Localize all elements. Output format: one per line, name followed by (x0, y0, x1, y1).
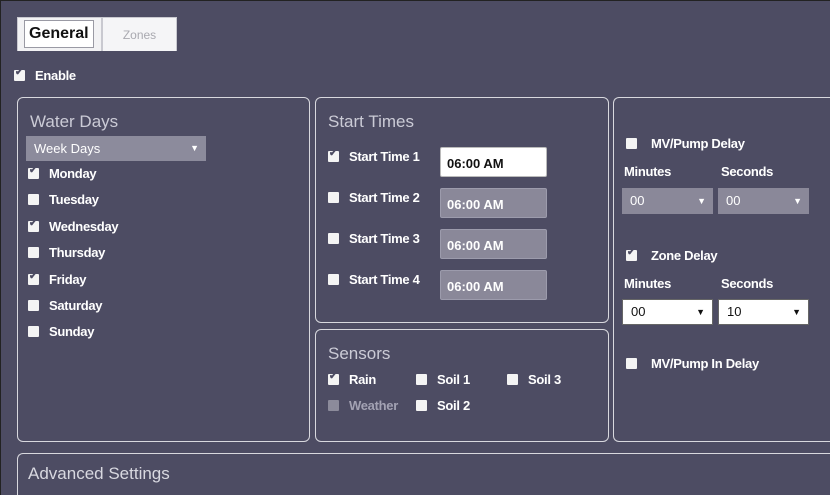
tab-general-label: General (24, 20, 94, 48)
weather-checkbox[interactable] (328, 400, 339, 411)
start-time-2-row[interactable]: Start Time 2 (328, 190, 420, 205)
chevron-down-icon: ▼ (793, 196, 802, 206)
start-time-2-checkbox[interactable] (328, 192, 339, 203)
enable-row[interactable]: Enable (14, 67, 76, 83)
mv-pump-delay-row[interactable]: MV/Pump Delay (626, 136, 745, 151)
zone-minutes-label: Minutes (624, 276, 672, 291)
sensors-panel: Sensors Rain Weather Soil 1 Soil 2 Soil … (315, 329, 609, 442)
start-time-4-input[interactable]: 06:00 AM (440, 270, 547, 300)
mv-pump-delay-checkbox[interactable] (626, 138, 637, 149)
start-time-1-checkbox[interactable] (328, 148, 339, 162)
day-label: Saturday (49, 298, 103, 313)
day-label: Friday (49, 272, 87, 287)
saturday-checkbox[interactable] (28, 300, 39, 311)
soil-1-checkbox[interactable] (416, 374, 427, 385)
water-days-mode-value: Week Days (34, 141, 101, 156)
zone-seconds-value: 10 (727, 304, 742, 319)
sensor-soil-1[interactable]: Soil 1 (416, 372, 470, 387)
sensor-rain[interactable]: Rain (328, 371, 376, 387)
start-times-title: Start Times (328, 112, 414, 131)
mv-seconds-select[interactable]: 00 ▼ (718, 188, 809, 214)
monday-checkbox[interactable] (28, 165, 39, 179)
mv-seconds-value: 00 (726, 193, 741, 208)
start-times-panel: Start Times Start Time 1 06:00 AM Start … (315, 97, 609, 323)
enable-checkbox[interactable] (14, 67, 25, 81)
sensor-label: Soil 1 (437, 372, 470, 387)
wednesday-checkbox[interactable] (28, 218, 39, 232)
mv-minutes-label: Minutes (624, 164, 672, 179)
sensor-label: Soil 2 (437, 398, 470, 413)
sensors-title: Sensors (328, 344, 391, 363)
mv-minutes-value: 00 (630, 193, 645, 208)
start-time-1-row[interactable]: Start Time 1 (328, 148, 420, 164)
chevron-down-icon: ▼ (696, 307, 705, 317)
sensor-soil-2[interactable]: Soil 2 (416, 398, 470, 413)
start-time-label: Start Time 2 (349, 190, 420, 205)
day-label: Wednesday (49, 219, 119, 234)
mv-seconds-label: Seconds (721, 164, 774, 179)
mv-pump-delay-label: MV/Pump Delay (651, 136, 745, 151)
start-time-label: Start Time 1 (349, 149, 420, 164)
soil-3-checkbox[interactable] (507, 374, 518, 385)
zone-minutes-value: 00 (631, 304, 646, 319)
mv-minutes-select[interactable]: 00 ▼ (622, 188, 713, 214)
soil-2-checkbox[interactable] (416, 400, 427, 411)
day-friday[interactable]: Friday (28, 271, 87, 287)
friday-checkbox[interactable] (28, 271, 39, 285)
zone-delay-row[interactable]: Zone Delay (626, 247, 718, 263)
chevron-down-icon: ▼ (190, 143, 199, 153)
advanced-settings-section[interactable]: Advanced Settings (17, 453, 830, 495)
day-label: Thursday (49, 245, 106, 260)
start-time-4-row[interactable]: Start Time 4 (328, 272, 420, 287)
day-label: Tuesday (49, 192, 99, 207)
day-label: Monday (49, 166, 97, 181)
enable-label: Enable (35, 68, 76, 83)
irrigation-program-panel: General Zones Enable Water Days Week Day… (0, 0, 830, 495)
start-time-3-checkbox[interactable] (328, 233, 339, 244)
zone-delay-label: Zone Delay (651, 248, 718, 263)
water-days-title: Water Days (30, 112, 119, 131)
zone-seconds-select[interactable]: 10 ▼ (718, 299, 809, 325)
sensor-label: Weather (349, 398, 398, 413)
start-time-4-checkbox[interactable] (328, 274, 339, 285)
rain-checkbox[interactable] (328, 371, 339, 385)
start-time-label: Start Time 3 (349, 231, 420, 246)
advanced-settings-title: Advanced Settings (28, 464, 170, 483)
zone-minutes-select[interactable]: 00 ▼ (622, 299, 713, 325)
delays-panel: MV/Pump Delay Minutes Seconds 00 ▼ 00 ▼ … (613, 97, 830, 442)
thursday-checkbox[interactable] (28, 247, 39, 258)
water-days-panel: Water Days Week Days ▼ Monday Tuesday We… (17, 97, 310, 442)
tab-bar: General Zones (1, 1, 830, 53)
day-label: Sunday (49, 324, 95, 339)
start-time-3-row[interactable]: Start Time 3 (328, 231, 420, 246)
day-thursday[interactable]: Thursday (28, 245, 105, 260)
tab-zones[interactable]: Zones (102, 17, 177, 51)
start-time-2-input[interactable]: 06:00 AM (440, 188, 547, 218)
mv-pump-in-delay-row[interactable]: MV/Pump In Delay (626, 356, 759, 371)
zone-seconds-label: Seconds (721, 276, 774, 291)
water-days-mode-select[interactable]: Week Days ▼ (26, 136, 206, 161)
start-time-label: Start Time 4 (349, 272, 420, 287)
sensor-label: Rain (349, 372, 376, 387)
start-time-1-input[interactable]: 06:00 AM (440, 147, 547, 177)
start-time-3-input[interactable]: 06:00 AM (440, 229, 547, 259)
chevron-down-icon: ▼ (697, 196, 706, 206)
sunday-checkbox[interactable] (28, 326, 39, 337)
sensor-weather[interactable]: Weather (328, 398, 398, 413)
sensor-label: Soil 3 (528, 372, 561, 387)
day-sunday[interactable]: Sunday (28, 324, 94, 339)
day-wednesday[interactable]: Wednesday (28, 218, 119, 234)
mv-pump-in-delay-checkbox[interactable] (626, 358, 637, 369)
chevron-down-icon: ▼ (792, 307, 801, 317)
mv-pump-in-delay-label: MV/Pump In Delay (651, 356, 759, 371)
tuesday-checkbox[interactable] (28, 194, 39, 205)
day-saturday[interactable]: Saturday (28, 298, 103, 313)
sensor-soil-3[interactable]: Soil 3 (507, 372, 561, 387)
day-tuesday[interactable]: Tuesday (28, 192, 99, 207)
day-monday[interactable]: Monday (28, 165, 97, 181)
zone-delay-checkbox[interactable] (626, 247, 637, 261)
tab-general[interactable]: General (17, 17, 102, 51)
